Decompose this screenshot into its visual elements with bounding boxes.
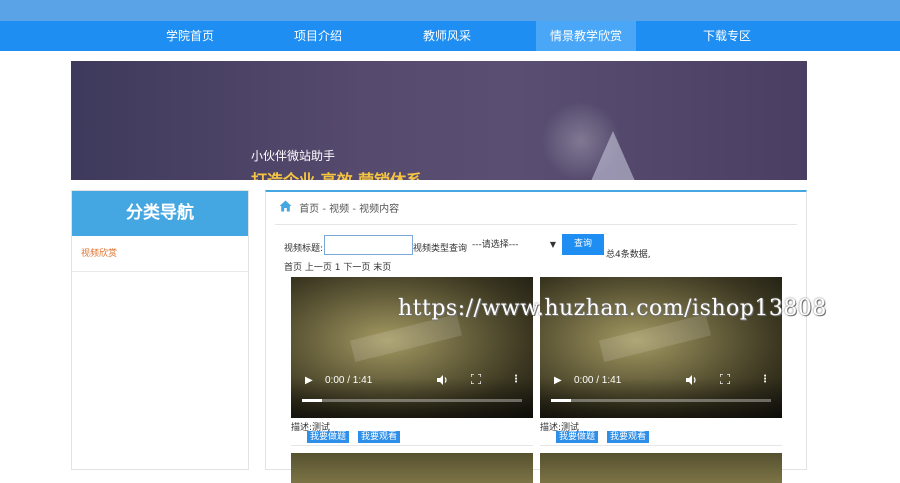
pager-first[interactable]: 首页 (284, 263, 302, 273)
practice-button[interactable]: 我要做题 (307, 431, 350, 443)
watermark-text: https://www.huzhan.com/ishop13808 (398, 296, 827, 321)
fullscreen-icon[interactable] (719, 373, 731, 387)
practice-button[interactable]: 我要做题 (556, 431, 599, 443)
main-nav: 学院首页 项目介绍 教师风采 情景教学欣赏 下载专区 (0, 21, 900, 51)
video-frame-highlight (349, 314, 463, 362)
pager-last[interactable]: 末页 (373, 263, 391, 273)
search-button[interactable]: 查询 (562, 234, 604, 255)
pager-prev[interactable]: 上一页 (305, 263, 332, 273)
breadcrumb: 首页 - 视频 - 视频内容 (279, 200, 399, 222)
video-progress-fill (551, 399, 571, 402)
video-progress-fill (302, 399, 322, 402)
video-progress-bar[interactable] (551, 399, 771, 402)
volume-icon[interactable] (437, 375, 448, 388)
video-time: 0:00 / 1:41 (325, 375, 373, 386)
video-player-next-row[interactable] (540, 453, 782, 483)
more-options-icon[interactable]: ⋮ (760, 374, 770, 385)
nav-item-home[interactable]: 学院首页 (140, 21, 240, 51)
top-strip (0, 0, 900, 21)
nav-item-teaching-showcase[interactable]: 情景教学欣赏 (536, 21, 636, 51)
nav-item-projects[interactable]: 项目介绍 (268, 21, 368, 51)
fullscreen-icon[interactable] (470, 373, 482, 387)
video-frame-highlight (598, 314, 712, 362)
sidebar-item-video[interactable]: 视频欣赏 (72, 236, 248, 272)
breadcrumb-divider (275, 224, 797, 225)
sidebar: 分类导航 视频欣赏 (71, 190, 249, 470)
nav-item-teachers[interactable]: 教师风采 (397, 21, 497, 51)
card-divider (540, 445, 782, 446)
volume-icon[interactable] (686, 375, 697, 388)
watch-button[interactable]: 我要观看 (607, 431, 650, 443)
play-icon[interactable]: ▶ (305, 375, 313, 386)
banner-title: 小伙伴微站助手 (251, 149, 336, 163)
card-divider (291, 445, 533, 446)
banner-subtitle: 打造企业 高效 营销体系 (251, 167, 422, 180)
banner: 小伙伴微站助手 打造企业 高效 营销体系 (71, 61, 807, 180)
video-time: 0:00 / 1:41 (574, 375, 622, 386)
play-icon[interactable]: ▶ (554, 375, 562, 386)
chevron-down-icon: ▼ (549, 240, 556, 249)
content-panel: 首页 - 视频 - 视频内容 视频标题: 视频类型查询 ---请选择--- ▼ … (265, 190, 807, 483)
more-options-icon[interactable]: ⋮ (511, 374, 521, 385)
result-count: 总4条数据, (606, 250, 651, 260)
video-progress-bar[interactable] (302, 399, 522, 402)
pager: 首页 上一页 1 下一页 末页 (284, 260, 391, 273)
breadcrumb-text[interactable]: 首页 - 视频 - 视频内容 (299, 204, 399, 215)
pager-next[interactable]: 下一页 (343, 263, 370, 273)
nav-item-downloads[interactable]: 下载专区 (677, 21, 777, 51)
video-type-selected: ---请选择--- (472, 240, 519, 250)
video-type-select[interactable]: ---请选择--- ▼ (472, 237, 560, 253)
sidebar-heading: 分类导航 (72, 191, 248, 236)
video-title-label: 视频标题: (284, 244, 324, 254)
video-title-input[interactable] (324, 235, 413, 255)
pager-current: 1 (334, 263, 341, 273)
video-player-next-row[interactable] (291, 453, 533, 483)
banner-arrow-graphic (591, 131, 635, 180)
home-icon[interactable] (279, 200, 292, 215)
watch-button[interactable]: 我要观看 (358, 431, 401, 443)
video-type-label: 视频类型查询 (413, 244, 468, 254)
